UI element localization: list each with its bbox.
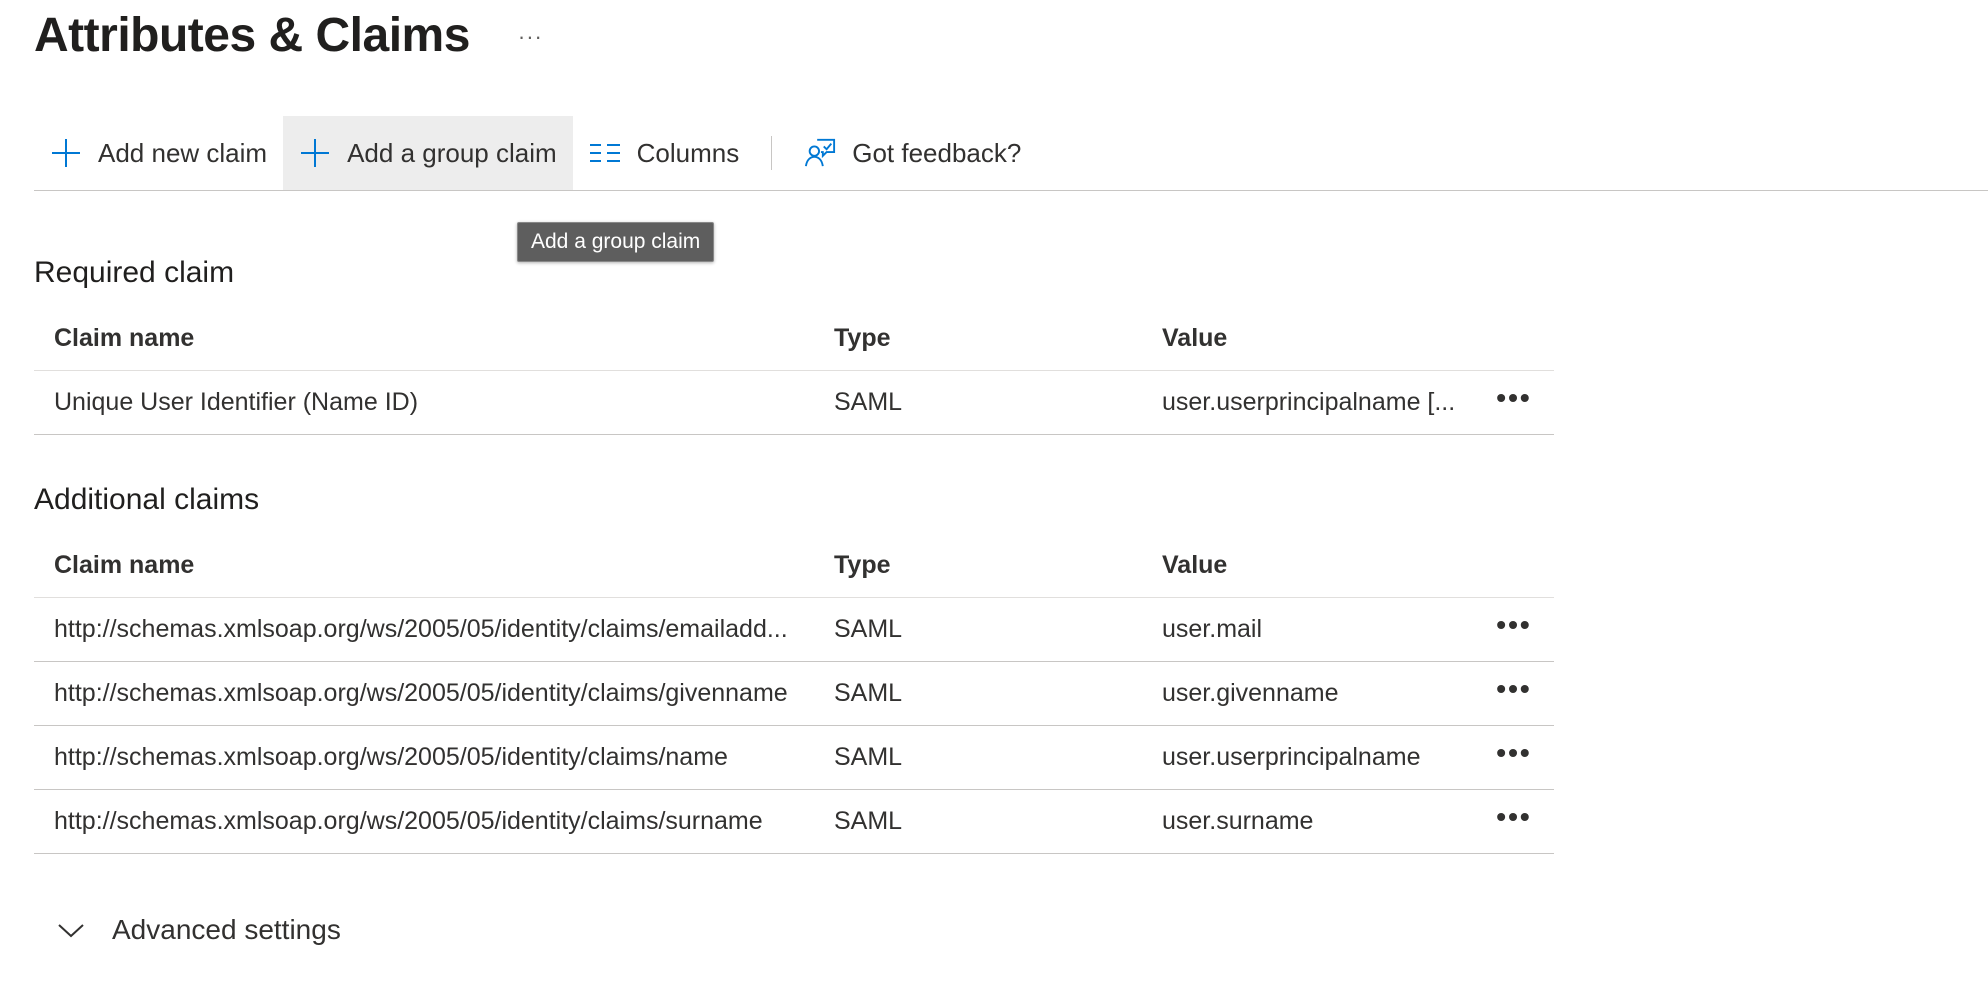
plus-icon [50,137,82,169]
claim-value-cell: user.userprincipalname [... [1162,388,1456,416]
additional-claims-title: Additional claims [34,483,260,516]
feedback-button[interactable]: Got feedback? [788,116,1037,190]
claim-type-cell: SAML [834,388,903,416]
row-more-icon[interactable]: ••• [1474,609,1554,651]
claim-value-cell: user.userprincipalname [1162,743,1421,771]
feedback-label: Got feedback? [852,137,1022,168]
claim-value-cell: user.mail [1162,615,1263,643]
required-claim-table: Claim name Type Value Unique User Identi… [34,307,1554,435]
claim-value-cell: user.surname [1162,807,1314,835]
table-header: Claim name Type Value [34,534,1554,598]
claim-type-cell: SAML [834,807,903,835]
table-row[interactable]: http://schemas.xmlsoap.org/ws/2005/05/id… [34,726,1554,790]
claim-value-cell: user.givenname [1162,679,1339,707]
columns-label: Columns [636,137,740,168]
claim-name-cell: http://schemas.xmlsoap.org/ws/2005/05/id… [54,743,728,771]
header-type[interactable]: Type [834,324,1162,353]
header-value[interactable]: Value [1162,324,1474,353]
chevron-down-icon [56,915,86,945]
more-options-icon[interactable]: ··· [518,24,543,50]
table-row[interactable]: Unique User Identifier (Name ID) SAML us… [34,371,1554,435]
row-more-icon[interactable]: ••• [1474,673,1554,715]
row-more-icon[interactable]: ••• [1474,737,1554,779]
add-new-claim-label: Add new claim [98,137,268,168]
claim-type-cell: SAML [834,743,903,771]
table-row[interactable]: http://schemas.xmlsoap.org/ws/2005/05/id… [34,662,1554,726]
claim-name-cell: http://schemas.xmlsoap.org/ws/2005/05/id… [54,615,788,643]
add-group-claim-button[interactable]: Add a group claim [283,116,573,190]
table-header: Claim name Type Value [34,307,1554,371]
table-row[interactable]: http://schemas.xmlsoap.org/ws/2005/05/id… [34,598,1554,662]
claim-type-cell: SAML [834,679,903,707]
toolbar-divider [771,136,773,170]
header-type[interactable]: Type [834,551,1162,580]
claim-name-cell: http://schemas.xmlsoap.org/ws/2005/05/id… [54,807,763,835]
claim-type-cell: SAML [834,615,903,643]
header-claim-name[interactable]: Claim name [34,324,834,353]
columns-icon [589,137,621,169]
title-row: Attributes & Claims ··· [34,8,543,64]
feedback-icon [804,137,836,169]
columns-button[interactable]: Columns [573,116,756,190]
row-more-icon[interactable]: ••• [1474,382,1554,424]
advanced-settings-label: Advanced settings [112,914,341,945]
command-bar: Add new claim Add a group claim Columns [34,116,1988,191]
header-claim-name[interactable]: Claim name [34,551,834,580]
row-more-icon[interactable]: ••• [1474,801,1554,843]
header-value[interactable]: Value [1162,551,1474,580]
table-row[interactable]: http://schemas.xmlsoap.org/ws/2005/05/id… [34,790,1554,854]
required-claim-title: Required claim [34,256,235,289]
page-title: Attributes & Claims [34,9,470,62]
claim-name-cell: Unique User Identifier (Name ID) [54,388,419,416]
tooltip: Add a group claim [517,222,715,262]
additional-claims-table: Claim name Type Value http://schemas.xml… [34,534,1554,854]
advanced-settings-toggle[interactable]: Advanced settings [56,914,341,946]
attributes-claims-page: Attributes & Claims ··· Add new claim Ad… [0,0,1988,993]
plus-icon [299,137,331,169]
claim-name-cell: http://schemas.xmlsoap.org/ws/2005/05/id… [54,679,788,707]
add-new-claim-button[interactable]: Add new claim [34,116,283,190]
add-group-claim-label: Add a group claim [347,137,557,168]
